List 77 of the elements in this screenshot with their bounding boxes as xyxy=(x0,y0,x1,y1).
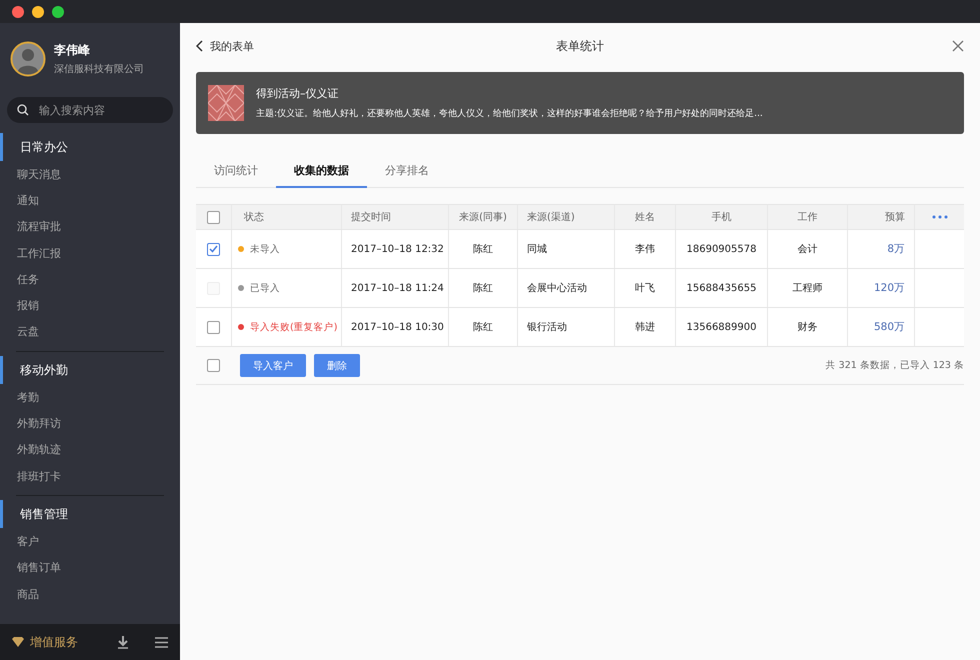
tab[interactable]: 访问统计 xyxy=(196,154,276,188)
column-header: 姓名 xyxy=(615,205,676,229)
menu-icon[interactable] xyxy=(155,636,168,648)
company-name: 深信服科技有限公司 xyxy=(54,62,144,76)
sidebar-item[interactable]: 外勤轨迹 xyxy=(0,436,180,463)
table-cell: 陈红 xyxy=(449,230,518,268)
budget-cell: 8万 xyxy=(848,230,915,268)
checkbox[interactable] xyxy=(207,320,220,334)
back-icon xyxy=(196,40,204,52)
sidebar-item[interactable]: 任务 xyxy=(0,266,180,292)
column-header: 状态 xyxy=(232,205,342,229)
sidebar-item[interactable]: 流程审批 xyxy=(0,214,180,240)
sidebar-item[interactable]: 排班打卡 xyxy=(0,462,180,490)
budget-cell: 580万 xyxy=(848,308,915,346)
sidebar-item[interactable]: 客户 xyxy=(0,528,180,555)
table-cell: 工程师 xyxy=(768,269,848,307)
close-button[interactable] xyxy=(952,40,964,52)
column-header: 提交时间 xyxy=(342,205,449,229)
table-cell: 陈红 xyxy=(449,269,518,307)
column-header: 工作 xyxy=(768,205,848,229)
column-header: 来源(同事) xyxy=(449,205,518,229)
sidebar-item[interactable]: 报销 xyxy=(0,292,180,319)
user-name: 李伟峰 xyxy=(54,42,91,59)
table-cell: 18690905578 xyxy=(676,230,768,268)
table-cell: 13566889900 xyxy=(676,308,768,346)
import-button[interactable]: 导入客户 xyxy=(240,354,306,377)
column-header: 手机 xyxy=(676,205,768,229)
pattern-icon xyxy=(208,85,244,121)
delete-button[interactable]: 删除 xyxy=(314,354,360,377)
column-header: 预算 xyxy=(848,205,915,229)
minimize-window-icon[interactable] xyxy=(32,6,44,18)
search-input[interactable]: 输入搜索内容 xyxy=(37,102,157,118)
table-cell: 财务 xyxy=(768,308,848,346)
avatar-icon xyxy=(10,41,46,77)
sidebar-item[interactable]: 考勤 xyxy=(0,384,180,410)
sidebar-item[interactable]: 云盘 xyxy=(0,318,180,346)
table-cell: 15688435655 xyxy=(676,269,768,307)
summary-text: 共 321 条数据，已导入 123 条 xyxy=(826,359,964,372)
status-text: 导入失败(重复客户) xyxy=(250,320,338,334)
checkbox[interactable] xyxy=(207,359,220,372)
status-text: 未导入 xyxy=(250,242,280,256)
sidebar-item[interactable]: 通知 xyxy=(0,187,180,214)
sidebar-item[interactable]: 聊天消息 xyxy=(0,161,180,188)
table-cell: 2017–10–18 10:30 xyxy=(342,308,449,346)
back-label[interactable]: 我的表单 xyxy=(210,38,254,54)
checkbox[interactable] xyxy=(207,242,220,256)
more-icon[interactable] xyxy=(932,215,948,219)
tab[interactable]: 收集的数据 xyxy=(276,154,367,188)
status-text: 已导入 xyxy=(250,282,280,294)
table-cell: 2017–10–18 11:24 xyxy=(342,269,449,307)
tab[interactable]: 分享排名 xyxy=(367,154,447,188)
page-title: 表单统计 xyxy=(556,38,604,52)
back-link[interactable]: 我的表单 xyxy=(196,38,254,54)
sidebar-item[interactable]: 销售订单 xyxy=(0,554,180,581)
table-cell: 李伟 xyxy=(615,230,676,268)
budget-cell: 120万 xyxy=(848,269,915,307)
table-cell: 会计 xyxy=(768,230,848,268)
table-cell: 同城 xyxy=(518,230,615,268)
sidebar-item[interactable]: 工作汇报 xyxy=(0,240,180,266)
table-cell: 陈红 xyxy=(449,308,518,346)
banner-title: 得到活动–仪义证 xyxy=(256,86,340,101)
search-icon xyxy=(17,104,29,116)
close-window-icon[interactable] xyxy=(12,6,24,18)
column-header: 来源(渠道) xyxy=(518,205,615,229)
checkbox[interactable] xyxy=(207,210,220,224)
table-cell: 会展中心活动 xyxy=(518,269,615,307)
banner-subtitle: 主题:仪义证。给他人好礼，还要称他人英雄，夸他人仪义，给他们奖状，这样的好事谁会拒绝呢？给予用户好处的同时还给足... xyxy=(256,107,763,120)
download-icon[interactable] xyxy=(117,636,129,648)
maximize-window-icon[interactable] xyxy=(52,6,64,18)
table-cell: 叶飞 xyxy=(615,269,676,307)
table-cell: 韩进 xyxy=(615,308,676,346)
sidebar-item[interactable]: 外勤拜访 xyxy=(0,410,180,437)
diamond-icon xyxy=(12,637,24,647)
search-field[interactable]: 输入搜索内容 xyxy=(7,97,173,123)
table-cell: 2017–10–18 12:32 xyxy=(342,230,449,268)
table-cell: 银行活动 xyxy=(518,308,615,346)
sidebar-item[interactable]: 商品 xyxy=(0,580,180,608)
